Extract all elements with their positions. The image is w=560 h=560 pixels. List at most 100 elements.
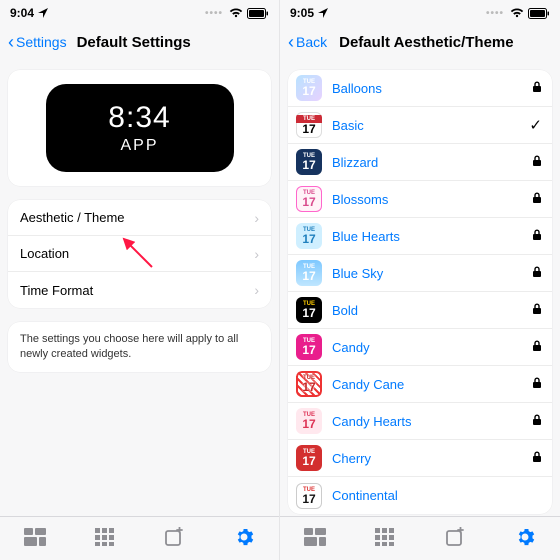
- theme-name: Blizzard: [332, 155, 522, 170]
- theme-name: Continental: [332, 488, 542, 503]
- theme-name: Candy: [332, 340, 522, 355]
- info-note-text: The settings you choose here will apply …: [20, 332, 259, 362]
- lock-icon: [532, 340, 542, 355]
- info-note: The settings you choose here will apply …: [8, 322, 271, 372]
- page-title: Default Settings: [77, 34, 191, 51]
- chevron-right-icon: ›: [254, 210, 259, 226]
- status-time: 9:04: [10, 6, 34, 20]
- tab-add[interactable]: [154, 521, 194, 553]
- theme-row[interactable]: TUE17Blossoms: [288, 181, 552, 218]
- lock-icon: [532, 414, 542, 429]
- row-time-format[interactable]: Time Format ›: [8, 272, 271, 308]
- lock-icon: [532, 377, 542, 392]
- theme-name: Blue Sky: [332, 266, 522, 281]
- theme-row[interactable]: TUE17 Blue Sky: [288, 255, 552, 292]
- theme-icon: TUE17: [296, 297, 322, 323]
- theme-icon: TUE17: [296, 445, 322, 471]
- theme-icon-dom: 17: [302, 381, 315, 393]
- theme-icon: TUE17: [296, 260, 322, 286]
- back-button[interactable]: ‹ Back: [288, 33, 327, 51]
- theme-row[interactable]: TUE17Candy: [288, 329, 552, 366]
- tab-grid[interactable]: [365, 521, 405, 553]
- theme-list: TUE17BalloonsTUE17Basic✓TUE17BlizzardTUE…: [288, 70, 552, 514]
- chevron-right-icon: ›: [254, 282, 259, 298]
- tab-dashboard[interactable]: [15, 521, 55, 553]
- theme-name: Bold: [332, 303, 522, 318]
- theme-icon-dom: 17: [302, 159, 315, 171]
- theme-row[interactable]: TUE17 Balloons: [288, 70, 552, 107]
- lock-icon: [532, 192, 542, 207]
- lock-icon: [532, 229, 542, 244]
- battery-icon: [528, 8, 550, 19]
- tab-bar: [280, 516, 560, 560]
- page-title: Default Aesthetic/Theme: [339, 34, 514, 51]
- location-services-icon: [38, 8, 48, 18]
- theme-name: Candy Hearts: [332, 414, 522, 429]
- theme-icon-dom: 17: [302, 270, 315, 282]
- battery-icon: [247, 8, 269, 19]
- theme-icon: TUE17: [296, 75, 322, 101]
- theme-row[interactable]: TUE17Basic✓: [288, 107, 552, 144]
- status-bar: 9:05 ••••: [280, 0, 560, 22]
- tab-dashboard[interactable]: [295, 521, 335, 553]
- wifi-icon: [510, 8, 524, 18]
- status-time: 9:05: [290, 6, 314, 20]
- widget-preview: 8:34 APP: [46, 84, 234, 172]
- theme-icon-dom: 17: [302, 418, 315, 430]
- theme-icon-dom: 17: [302, 196, 315, 208]
- theme-row[interactable]: TUE17 Bold: [288, 292, 552, 329]
- theme-row[interactable]: TUE17 Blizzard: [288, 144, 552, 181]
- lock-icon: [532, 81, 542, 96]
- lock-icon: [532, 266, 542, 281]
- theme-icon: TUE17: [296, 483, 322, 509]
- theme-row[interactable]: TUE17 Continental: [288, 477, 552, 514]
- theme-row[interactable]: TUE17 Candy Hearts: [288, 403, 552, 440]
- row-location[interactable]: Location ›: [8, 236, 271, 272]
- widget-label: APP: [120, 137, 158, 155]
- location-services-icon: [318, 8, 328, 18]
- theme-icon-dom: 17: [302, 344, 315, 356]
- row-aesthetic-theme[interactable]: Aesthetic / Theme ›: [8, 200, 271, 236]
- theme-icon-dom: 17: [302, 123, 315, 135]
- tab-settings[interactable]: [224, 521, 264, 553]
- theme-row[interactable]: TUE17 Cherry: [288, 440, 552, 477]
- checkmark-icon: ✓: [529, 116, 542, 134]
- theme-icon-dom: 17: [302, 455, 315, 467]
- theme-icon: TUE17: [296, 149, 322, 175]
- theme-row[interactable]: TUE17 Blue Hearts: [288, 218, 552, 255]
- chevron-right-icon: ›: [254, 246, 259, 262]
- theme-name: Basic: [332, 118, 519, 133]
- right-screenshot: 9:05 •••• ‹ Back Default Aesthetic/Th: [280, 0, 560, 560]
- theme-icon-dom: 17: [302, 233, 315, 245]
- theme-icon: TUE17: [296, 371, 322, 397]
- theme-icon-dom: 17: [302, 85, 315, 97]
- wifi-icon: [229, 8, 243, 18]
- row-label: Aesthetic / Theme: [20, 210, 254, 225]
- tab-grid[interactable]: [85, 521, 125, 553]
- lock-icon: [532, 155, 542, 170]
- theme-row[interactable]: TUE17 Candy Cane: [288, 366, 552, 403]
- back-label: Back: [296, 34, 327, 50]
- widget-preview-card: 8:34 APP: [8, 70, 271, 186]
- back-label: Settings: [16, 34, 67, 50]
- theme-name: Blue Hearts: [332, 229, 522, 244]
- back-button[interactable]: ‹ Settings: [8, 33, 67, 51]
- left-screenshot: 9:04 •••• ‹ Settings Default Settings: [0, 0, 280, 560]
- lock-icon: [532, 451, 542, 466]
- tab-add[interactable]: [435, 521, 475, 553]
- chevron-left-icon: ‹: [8, 33, 14, 51]
- nav-bar: ‹ Settings Default Settings: [0, 22, 279, 62]
- tab-settings[interactable]: [505, 521, 545, 553]
- status-bar: 9:04 ••••: [0, 0, 279, 22]
- theme-name: Cherry: [332, 451, 522, 466]
- cellular-icon: ••••: [205, 8, 223, 19]
- theme-icon: TUE17: [296, 223, 322, 249]
- theme-name: Candy Cane: [332, 377, 522, 392]
- chevron-left-icon: ‹: [288, 33, 294, 51]
- theme-name: Blossoms: [332, 192, 522, 207]
- widget-time: 8:34: [108, 101, 170, 135]
- theme-icon: TUE17: [296, 408, 322, 434]
- cellular-icon: ••••: [486, 8, 504, 19]
- row-label: Time Format: [20, 283, 254, 298]
- theme-name: Balloons: [332, 81, 522, 96]
